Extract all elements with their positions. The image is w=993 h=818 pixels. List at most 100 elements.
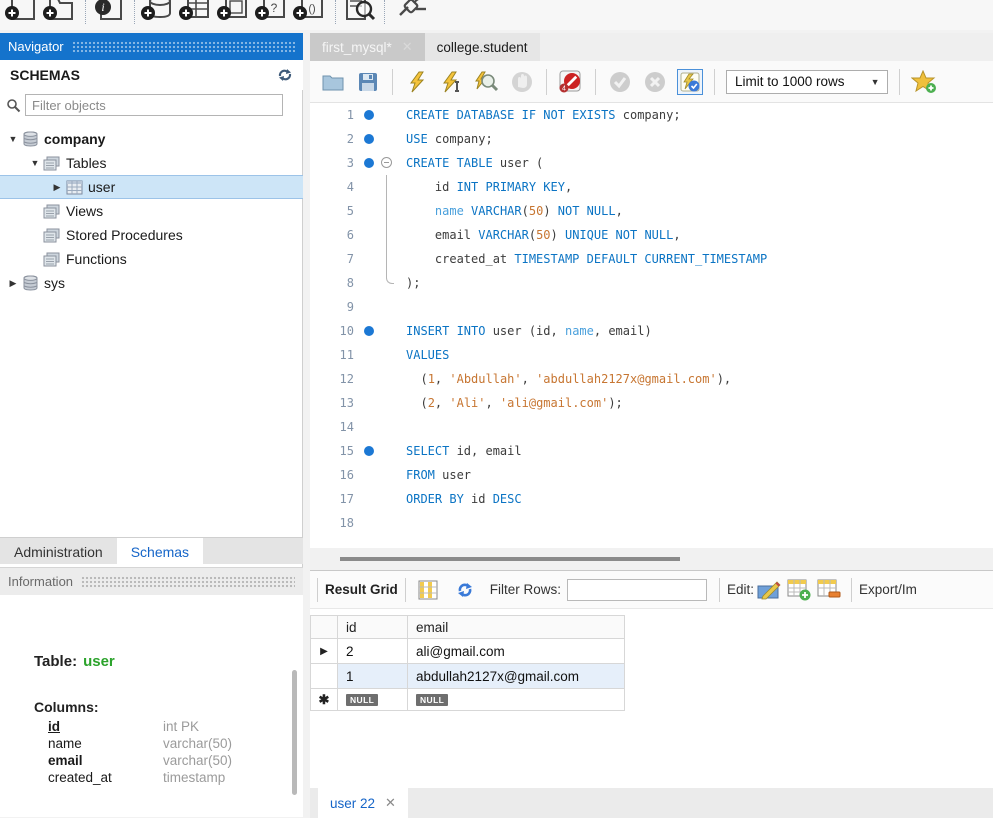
inline-help-icon[interactable]: i <box>91 0 129 22</box>
delete-row-icon[interactable] <box>817 579 841 601</box>
grid-view-icon[interactable] <box>416 579 440 601</box>
grid-cell-email[interactable]: ali@gmail.com <box>408 639 625 664</box>
execute-current-statement-icon[interactable] <box>439 69 465 95</box>
fold-gutter <box>378 391 396 415</box>
code-line-4: 4 id INT PRIMARY KEY, <box>310 175 993 199</box>
code-line-1: 1 CREATE DATABASE IF NOT EXISTS company; <box>310 103 993 127</box>
new-sql-tab-icon[interactable] <box>4 0 42 22</box>
grid-cell-email[interactable]: abdullah2127x@gmail.com <box>408 664 625 689</box>
tree-item-tables[interactable]: ▼ Tables <box>0 151 303 175</box>
create-function-icon[interactable]: () <box>292 0 330 22</box>
tree-item-functions[interactable]: Functions <box>0 247 303 271</box>
tree-item-label: user <box>88 179 116 195</box>
export-import-label[interactable]: Export/Im <box>859 582 917 597</box>
toggle-stop-on-error-icon[interactable]: 4 <box>558 69 584 95</box>
code-text: created_at TIMESTAMP DEFAULT CURRENT_TIM… <box>406 252 768 266</box>
tree-item-views[interactable]: Views <box>0 199 303 223</box>
toggle-autocommit-icon[interactable] <box>677 68 703 95</box>
editor-tab-first-mysql-[interactable]: first_mysql* ✕ <box>310 33 425 61</box>
line-number: 2 <box>346 132 354 146</box>
fold-gutter <box>378 367 396 391</box>
create-procedure-icon[interactable]: ? <box>254 0 292 22</box>
grid-cell-id[interactable]: 2 <box>338 639 408 664</box>
expander-down-icon[interactable]: ▼ <box>6 134 20 144</box>
code-text: email VARCHAR(50) UNIQUE NOT NULL, <box>406 228 681 242</box>
refresh-grid-icon[interactable] <box>453 579 477 601</box>
statement-marker-dot <box>360 134 378 144</box>
grid-cell-email-null[interactable]: NULL <box>408 689 625 711</box>
toolbar-separator <box>899 68 901 95</box>
scrollbar-thumb[interactable] <box>340 557 680 561</box>
grid-column-header-id[interactable]: id <box>338 615 408 639</box>
grid-column-header-email[interactable]: email <box>408 615 625 639</box>
expander-right-icon[interactable]: ▶ <box>50 182 64 193</box>
explain-plan-icon[interactable] <box>474 69 500 95</box>
reconnect-dbms-icon[interactable] <box>390 0 428 22</box>
folder-icon <box>42 252 62 267</box>
limit-rows-dropdown[interactable]: Limit to 1000 rows ▼ <box>726 69 889 94</box>
tree-item-user[interactable]: ▶ user <box>0 175 303 199</box>
create-view-icon[interactable] <box>216 0 254 22</box>
code-text: (2, 'Ali', 'ali@gmail.com'); <box>406 396 623 410</box>
code-text: ORDER BY id DESC <box>406 492 522 506</box>
code-line-3: 3 CREATE TABLE user ( <box>310 151 993 175</box>
folder-icon <box>42 228 62 243</box>
filter-rows-input[interactable] <box>567 578 708 601</box>
row-marker-cell <box>310 664 338 689</box>
save-script-icon[interactable] <box>355 69 381 95</box>
close-icon[interactable]: ✕ <box>385 795 396 811</box>
tab-schemas[interactable]: Schemas <box>116 538 204 565</box>
editor-tabbar: first_mysql* ✕ college.student <box>310 33 993 61</box>
editor-horizontal-scrollbar[interactable] <box>310 548 993 570</box>
close-icon[interactable]: ✕ <box>402 39 413 55</box>
fold-end-icon <box>378 271 396 295</box>
refresh-schemas-icon[interactable] <box>277 68 293 82</box>
open-sql-file-icon[interactable] <box>42 0 80 22</box>
grid-row[interactable]: 1 abdullah2127x@gmail.com <box>310 664 625 689</box>
result-tab-user[interactable]: user 22 ✕ <box>318 788 408 818</box>
code-text: INSERT INTO user (id, name, email) <box>406 324 652 338</box>
line-number: 9 <box>346 300 354 314</box>
edit-record-icon[interactable] <box>757 579 781 601</box>
result-toolbar: Result Grid Filter Rows: Edit: Export/Im <box>310 571 993 609</box>
insert-row-icon[interactable] <box>787 579 811 601</box>
grid-cell-id-null[interactable]: NULL <box>338 689 408 711</box>
create-table-icon[interactable] <box>178 0 216 22</box>
tree-item-sys[interactable]: ▶ sys <box>0 271 303 295</box>
code-line-12: 12 (1, 'Abdullah', 'abdullah2127x@gmail.… <box>310 367 993 391</box>
tree-item-stored-procedures[interactable]: Stored Procedures <box>0 223 303 247</box>
save-snippet-icon[interactable] <box>911 69 937 95</box>
fold-gutter <box>378 295 396 319</box>
fold-mid-icon <box>378 223 396 247</box>
execute-script-icon[interactable] <box>404 69 430 95</box>
open-script-icon[interactable] <box>320 69 346 95</box>
toolbar-separator <box>392 68 393 95</box>
create-schema-icon[interactable] <box>140 0 178 22</box>
fold-mid-icon <box>378 247 396 271</box>
expander-down-icon[interactable]: ▼ <box>28 158 42 168</box>
expander-right-icon[interactable]: ▶ <box>6 278 20 289</box>
information-scrollbar[interactable] <box>292 670 297 795</box>
toolbar-separator <box>384 0 385 24</box>
grid-row[interactable]: ▶ 2 ali@gmail.com <box>310 639 625 664</box>
search-objects-icon[interactable] <box>341 0 379 22</box>
line-number: 11 <box>339 348 354 362</box>
info-column-name: created_at <box>48 770 112 785</box>
fold-start-icon[interactable] <box>378 151 396 175</box>
line-number: 3 <box>346 156 354 170</box>
grid-header-row: id email <box>310 615 625 639</box>
grid-cell-id[interactable]: 1 <box>338 664 408 689</box>
tree-item-label: sys <box>44 275 65 291</box>
line-number: 4 <box>346 180 354 194</box>
editor-tab-college-student[interactable]: college.student <box>424 33 540 61</box>
grid-new-row[interactable]: ✱ NULL NULL <box>310 689 625 711</box>
line-number: 7 <box>346 252 354 266</box>
tree-item-company[interactable]: ▼ company <box>0 127 303 151</box>
code-text: ); <box>406 276 421 290</box>
sql-editor[interactable]: 1 CREATE DATABASE IF NOT EXISTS company; 2… <box>310 103 993 548</box>
navigator-header: Navigator <box>0 33 303 60</box>
tab-administration[interactable]: Administration <box>0 538 117 565</box>
filter-objects-input[interactable] <box>25 94 283 116</box>
schemas-title: SCHEMAS <box>10 67 81 83</box>
code-line-14: 14 <box>310 415 993 439</box>
